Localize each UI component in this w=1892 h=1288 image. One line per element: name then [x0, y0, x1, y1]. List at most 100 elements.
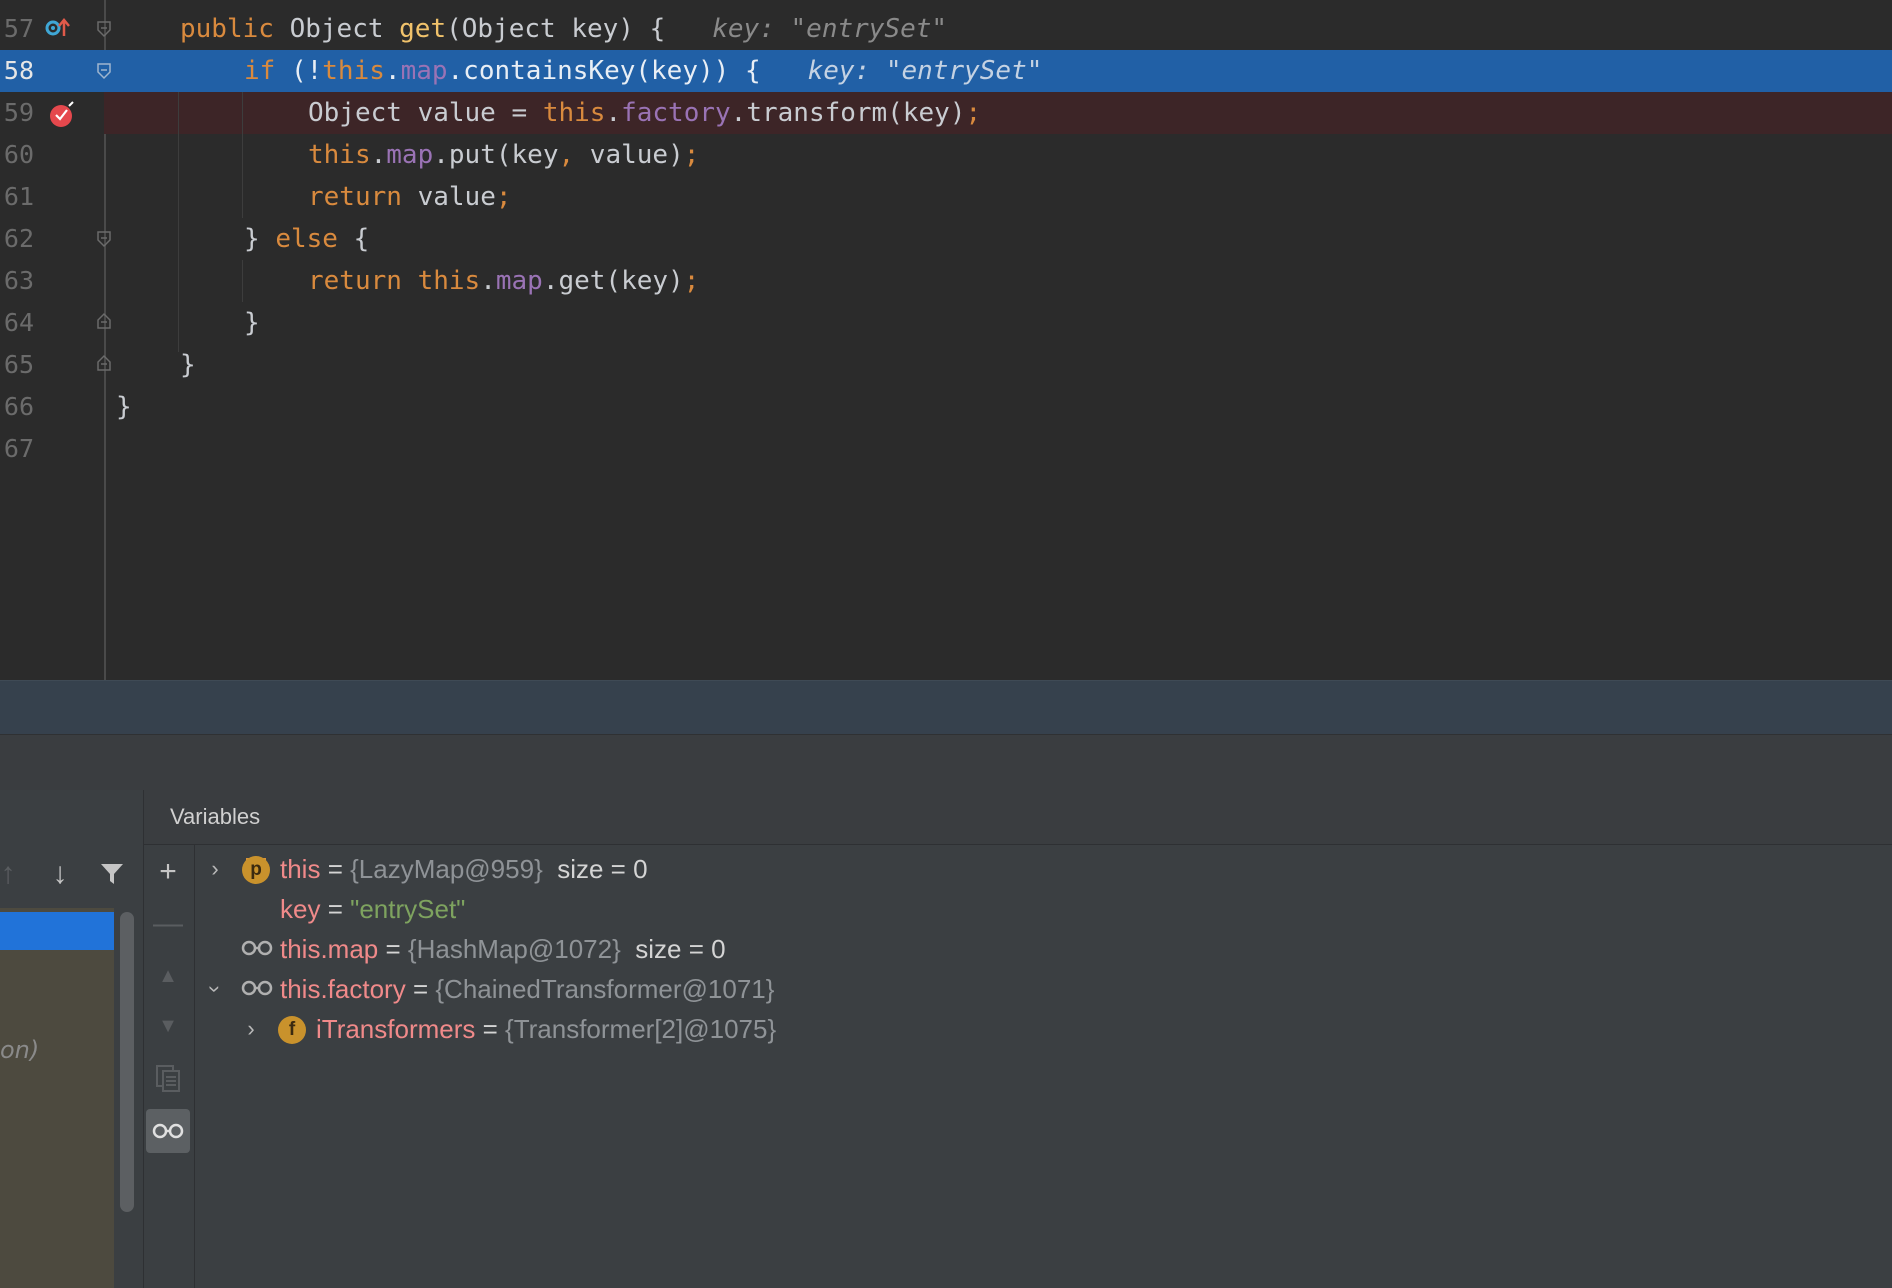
previous-frame-button[interactable]: ↑ — [0, 852, 30, 896]
line-number: 64 — [3, 308, 34, 337]
code-token: value — [417, 182, 496, 212]
expand-chevron-icon[interactable]: › — [241, 1009, 261, 1049]
remove-watch-button[interactable]: — — [146, 902, 190, 946]
code-token: value) — [589, 140, 684, 170]
variable-value: {ChainedTransformer@1071} — [435, 974, 775, 1004]
code-text: } — [180, 344, 196, 386]
code-line-65[interactable]: 65 } — [0, 344, 1892, 386]
code-line-62[interactable]: 62 } else { — [0, 218, 1892, 260]
code-line-61[interactable]: 61 return value; — [0, 176, 1892, 218]
variable-name: this — [280, 854, 321, 884]
variable-equals: = — [475, 1014, 506, 1044]
code-line-57[interactable]: 57 public Object get(Object key) { key: … — [0, 8, 1892, 50]
line-number: 61 — [3, 182, 34, 211]
next-frame-button[interactable]: ↓ — [38, 852, 82, 896]
move-watch-up-button[interactable]: ▲ — [146, 954, 190, 998]
variables-header — [144, 790, 1892, 845]
code-token: } — [116, 392, 132, 422]
code-line-59[interactable]: 59 Object value = this.factory.transform… — [0, 92, 1892, 134]
indent-guide — [242, 260, 243, 302]
code-token: .transform(key) — [730, 98, 966, 128]
code-token: this — [308, 140, 371, 170]
variable-extra: size = 0 — [542, 854, 648, 884]
code-line-60[interactable]: 60 this.map.put(key, value); — [0, 134, 1892, 176]
variable-extra: size = 0 — [620, 934, 726, 964]
move-watch-down-button[interactable]: ▼ — [146, 1004, 190, 1048]
variables-title: Variables — [170, 804, 261, 829]
code-token: Object — [289, 14, 400, 44]
line-number: 62 — [3, 224, 34, 253]
collapse-chevron-icon[interactable]: › — [195, 979, 235, 999]
code-token: . — [370, 140, 387, 170]
variable-equals: = — [320, 854, 351, 884]
code-token: this — [542, 98, 606, 128]
frames-list[interactable] — [0, 908, 114, 1288]
code-token: .put(key — [433, 140, 559, 170]
fold-end-marker-icon[interactable] — [96, 354, 112, 372]
line-number: 63 — [3, 266, 34, 295]
code-token: { — [353, 224, 370, 254]
fold-end-marker-icon[interactable] — [96, 312, 112, 330]
code-text: if (!this.map.containsKey(key)) { key: "… — [244, 50, 1042, 92]
code-token: this — [322, 56, 385, 86]
code-line-67[interactable]: 67 — [0, 428, 1892, 470]
variable-value: {Transformer[2]@1075} — [505, 1014, 777, 1044]
code-token: (Object key) { — [446, 14, 666, 44]
expand-chevron-icon[interactable]: › — [205, 849, 225, 889]
code-token: .containsKey(key)) { — [447, 56, 761, 86]
breakpoint-icon[interactable] — [49, 100, 77, 133]
filter-frames-button[interactable] — [90, 852, 134, 896]
code-line-58-current[interactable]: 58 if (!this.map.containsKey(key)) { key… — [0, 50, 1892, 92]
add-watch-button[interactable]: + — [146, 850, 190, 894]
variable-equals: = — [378, 934, 408, 964]
code-text: this.map.put(key, value); — [308, 134, 699, 176]
code-line-66[interactable]: 66 } — [0, 386, 1892, 428]
code-text: } — [116, 386, 132, 428]
watch-glasses-icon — [241, 980, 273, 996]
indent-guide — [178, 92, 179, 352]
code-token: ; — [965, 98, 982, 128]
code-token: . — [605, 98, 622, 128]
code-token: (! — [290, 56, 323, 86]
variables-tree[interactable]: this = {LazyMap@959} size = 0 › p key = … — [195, 845, 1892, 1288]
fold-marker-icon[interactable] — [96, 62, 112, 80]
code-token: ; — [683, 266, 700, 296]
line-number: 60 — [3, 140, 34, 169]
line-number: 57 — [3, 14, 34, 43]
variable-name: this.map — [280, 934, 379, 964]
variable-value: "entrySet" — [350, 894, 466, 924]
glasses-icon — [152, 1123, 184, 1139]
variable-name: iTransformers — [316, 1014, 476, 1044]
selected-frame[interactable] — [0, 912, 114, 950]
code-token: get — [399, 14, 447, 44]
code-text: } else { — [244, 218, 369, 260]
code-line-63[interactable]: 63 return this.map.get(key); — [0, 260, 1892, 302]
code-line-64[interactable]: 64 } — [0, 302, 1892, 344]
code-token: } — [180, 350, 196, 380]
code-editor[interactable]: 57 public Object get(Object key) { key: … — [0, 0, 1892, 680]
code-token: } — [244, 224, 276, 254]
code-token: ; — [683, 140, 700, 170]
fold-marker-icon[interactable] — [96, 20, 112, 38]
line-number: 58 — [3, 56, 34, 85]
field-badge-icon: f — [278, 1016, 306, 1044]
fold-marker-icon[interactable] — [96, 230, 112, 248]
line-number: 66 — [3, 392, 34, 421]
variable-equals: = — [405, 974, 436, 1004]
code-token: , — [558, 140, 590, 170]
override-marker-icon[interactable] — [44, 16, 70, 45]
code-token: .get(key) — [542, 266, 684, 296]
inline-debug-value: key: "entrySet" — [760, 56, 1043, 86]
parameter-badge-icon: p — [242, 856, 270, 884]
code-token: } — [244, 308, 260, 338]
code-text: } — [244, 302, 260, 344]
code-text: return this.map.get(key); — [308, 260, 699, 302]
code-token: Object value = — [308, 98, 543, 128]
duplicate-watch-button[interactable] — [146, 1056, 190, 1100]
variable-name: key — [280, 894, 321, 924]
line-number: 59 — [3, 98, 34, 127]
frames-scrollbar[interactable] — [120, 912, 134, 1212]
indent-guide — [242, 92, 243, 218]
code-token: factory — [621, 98, 731, 128]
show-watches-toggle[interactable] — [146, 1109, 190, 1153]
